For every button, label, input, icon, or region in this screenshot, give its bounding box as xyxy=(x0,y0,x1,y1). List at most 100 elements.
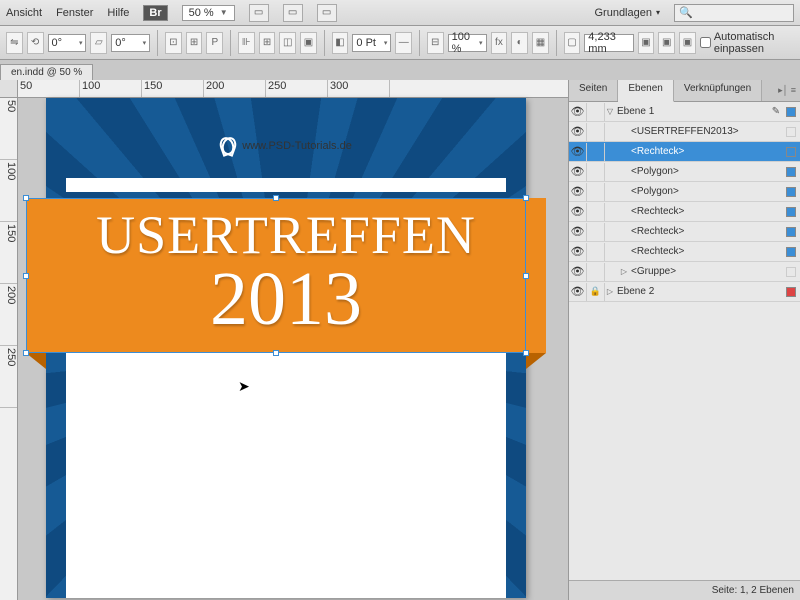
color-swatch[interactable] xyxy=(786,127,796,137)
workspace-dropdown[interactable]: Grundlagen▾ xyxy=(594,7,660,19)
lock-icon[interactable] xyxy=(587,243,605,261)
ruler-corner xyxy=(0,80,18,98)
fit-1-icon[interactable]: ▣ xyxy=(638,32,655,54)
color-swatch[interactable] xyxy=(786,227,796,237)
autofit-checkbox[interactable]: Automatisch einpassen xyxy=(700,31,794,55)
stroke-weight-field[interactable]: 0 Pt▾ xyxy=(352,34,391,52)
white-content xyxy=(66,353,506,598)
view-mode-2-icon[interactable]: ▭ xyxy=(283,4,303,22)
lock-icon[interactable] xyxy=(587,143,605,161)
visibility-icon[interactable]: 👁 xyxy=(569,123,587,141)
layer-name: <Polygon> xyxy=(629,186,782,197)
width-field[interactable]: 4,233 mm xyxy=(584,34,633,52)
disclosure-icon[interactable]: ▷ xyxy=(605,287,615,296)
layer-name: <Rechteck> xyxy=(629,206,782,217)
layer-row[interactable]: 👁<USERTREFFEN2013> xyxy=(569,122,800,142)
layer-row[interactable]: 👁🔒▷Ebene 2 xyxy=(569,282,800,302)
bridge-badge[interactable]: Br xyxy=(143,5,167,21)
layer-name: <Polygon> xyxy=(629,166,782,177)
layer-row[interactable]: 👁 <Polygon> xyxy=(569,182,800,202)
color-swatch[interactable] xyxy=(786,107,796,117)
layer-name: <Rechteck> xyxy=(629,146,782,157)
fx-icon[interactable]: fx xyxy=(491,32,508,54)
select-container-icon[interactable]: ⊡ xyxy=(165,32,182,54)
cursor-icon: ➤ xyxy=(238,378,250,395)
pen-icon: ✎ xyxy=(770,106,782,117)
color-swatch[interactable] xyxy=(786,287,796,297)
chain-icon[interactable]: ⊟ xyxy=(427,32,444,54)
canvas[interactable]: www.PSD-Tutorials.de USERTREFFEN 2013 ➤ xyxy=(18,98,568,600)
fit-2-icon[interactable]: ▣ xyxy=(658,32,675,54)
view-mode-3-icon[interactable]: ▭ xyxy=(317,4,337,22)
lock-icon[interactable] xyxy=(587,203,605,221)
layer-name: <Gruppe> xyxy=(629,266,782,277)
scale-field[interactable]: 100 %▾ xyxy=(448,34,487,52)
visibility-icon[interactable]: 👁 xyxy=(569,163,587,181)
tab-verknuepfungen[interactable]: Verknüpfungen xyxy=(674,80,762,101)
tab-ebenen[interactable]: Ebenen xyxy=(618,80,673,102)
visibility-icon[interactable]: 👁 xyxy=(569,263,587,281)
wrap-icon[interactable]: ▦ xyxy=(532,32,549,54)
color-swatch[interactable] xyxy=(786,267,796,277)
stroke-swap-icon[interactable]: ◧ xyxy=(332,32,349,54)
distribute-icon[interactable]: ⊞ xyxy=(259,32,276,54)
color-swatch[interactable] xyxy=(786,187,796,197)
panel-collapse-icon[interactable]: ▸│ ≡ xyxy=(762,80,800,101)
flip-icon[interactable]: ▣ xyxy=(300,32,317,54)
fit-3-icon[interactable]: ▣ xyxy=(679,32,696,54)
menu-fenster[interactable]: Fenster xyxy=(56,7,93,19)
lock-icon[interactable] xyxy=(587,163,605,181)
shear-icon[interactable]: ▱ xyxy=(90,32,107,54)
opacity-icon[interactable]: ◐ xyxy=(511,32,528,54)
stroke-style-icon[interactable]: — xyxy=(395,32,412,54)
type-tool-icon[interactable]: P xyxy=(206,32,223,54)
layer-row[interactable]: 👁 <Rechteck> xyxy=(569,142,800,162)
layer-row[interactable]: 👁 <Polygon> xyxy=(569,162,800,182)
layer-row[interactable]: 👁 ▷<Gruppe> xyxy=(569,262,800,282)
doc-tab[interactable]: en.indd @ 50 % xyxy=(0,64,93,80)
lock-icon[interactable] xyxy=(587,183,605,201)
color-swatch[interactable] xyxy=(786,167,796,177)
angle2-field[interactable]: 0°▾ xyxy=(111,34,150,52)
disclosure-icon[interactable]: ▽ xyxy=(605,107,615,116)
search-input[interactable]: 🔍 xyxy=(674,4,794,22)
site-url: www.PSD-Tutorials.de xyxy=(46,136,526,153)
layer-row[interactable]: 👁 <Rechteck> xyxy=(569,202,800,222)
visibility-icon[interactable]: 👁 xyxy=(569,283,587,301)
layer-name: Ebene 1 xyxy=(615,106,770,117)
color-swatch[interactable] xyxy=(786,207,796,217)
layer-row[interactable]: 👁 <Rechteck> xyxy=(569,222,800,242)
color-swatch[interactable] xyxy=(786,147,796,157)
lock-icon[interactable] xyxy=(587,263,605,281)
lock-icon[interactable] xyxy=(587,223,605,241)
angle1-field[interactable]: 0°▾ xyxy=(48,34,87,52)
fit-frame-icon[interactable]: ▢ xyxy=(564,32,581,54)
visibility-icon[interactable]: 👁 xyxy=(569,103,587,121)
lock-icon[interactable]: 🔒 xyxy=(587,283,605,301)
align-icon[interactable]: ⊪ xyxy=(238,32,255,54)
visibility-icon[interactable]: 👁 xyxy=(569,223,587,241)
visibility-icon[interactable]: 👁 xyxy=(569,203,587,221)
visibility-icon[interactable]: 👁 xyxy=(569,243,587,261)
disclosure-icon[interactable]: ▷ xyxy=(619,267,629,276)
view-mode-1-icon[interactable]: ▭ xyxy=(249,4,269,22)
tab-seiten[interactable]: Seiten xyxy=(569,80,618,101)
color-swatch[interactable] xyxy=(786,247,796,257)
ruler-horizontal[interactable]: 50100150200250300 xyxy=(18,80,568,98)
visibility-icon[interactable]: 👁 xyxy=(569,143,587,161)
rotate-icon[interactable]: ⟲ xyxy=(27,32,44,54)
zoom-dropdown[interactable]: 50 %▼ xyxy=(182,5,235,21)
menu-ansicht[interactable]: Ansicht xyxy=(6,7,42,19)
visibility-icon[interactable]: 👁 xyxy=(569,183,587,201)
layer-row[interactable]: 👁<Rechteck> xyxy=(569,242,800,262)
banner-year: 2013 xyxy=(26,256,546,343)
layer-row[interactable]: 👁 ▽Ebene 1✎ xyxy=(569,102,800,122)
lock-icon[interactable] xyxy=(587,123,605,141)
menu-hilfe[interactable]: Hilfe xyxy=(107,7,129,19)
layer-name: <Rechteck> xyxy=(629,226,782,237)
pathfinder-icon[interactable]: ◫ xyxy=(279,32,296,54)
lock-icon[interactable] xyxy=(587,103,605,121)
select-content-icon[interactable]: ⊞ xyxy=(186,32,203,54)
ruler-vertical[interactable]: 50100150200250 xyxy=(0,98,18,600)
flip-h-icon[interactable]: ⇋ xyxy=(6,32,23,54)
